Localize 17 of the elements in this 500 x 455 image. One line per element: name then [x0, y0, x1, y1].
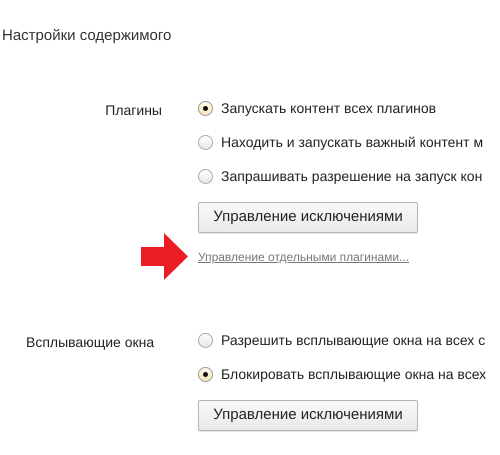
page-title: Настройки содержимого [1, 26, 172, 46]
radio-label[interactable]: Блокировать всплывающие окна на всех [221, 364, 486, 384]
manage-exceptions-button[interactable]: Управление исключениями [198, 400, 418, 431]
radio-button[interactable] [198, 332, 213, 348]
radio-label[interactable]: Находить и запускать важный контент м [221, 132, 484, 152]
arrow-icon [141, 233, 188, 280]
radio-button[interactable] [198, 134, 213, 150]
manage-exceptions-button[interactable]: Управление исключениями [198, 202, 418, 233]
manage-plugins-link[interactable]: Управление отдельными плагинами... [198, 248, 410, 266]
radio-button[interactable] [198, 100, 213, 116]
radio-label[interactable]: Разрешить всплывающие окна на всех с [221, 330, 486, 350]
radio-label[interactable]: Запускать контент всех плагинов [221, 98, 436, 118]
radio-button[interactable] [198, 366, 213, 382]
section-label: Плагины [104, 101, 162, 120]
section-label: Всплывающие окна [25, 333, 156, 352]
radio-label[interactable]: Запрашивать разрешение на запуск кон [221, 166, 482, 186]
radio-button[interactable] [198, 168, 213, 184]
